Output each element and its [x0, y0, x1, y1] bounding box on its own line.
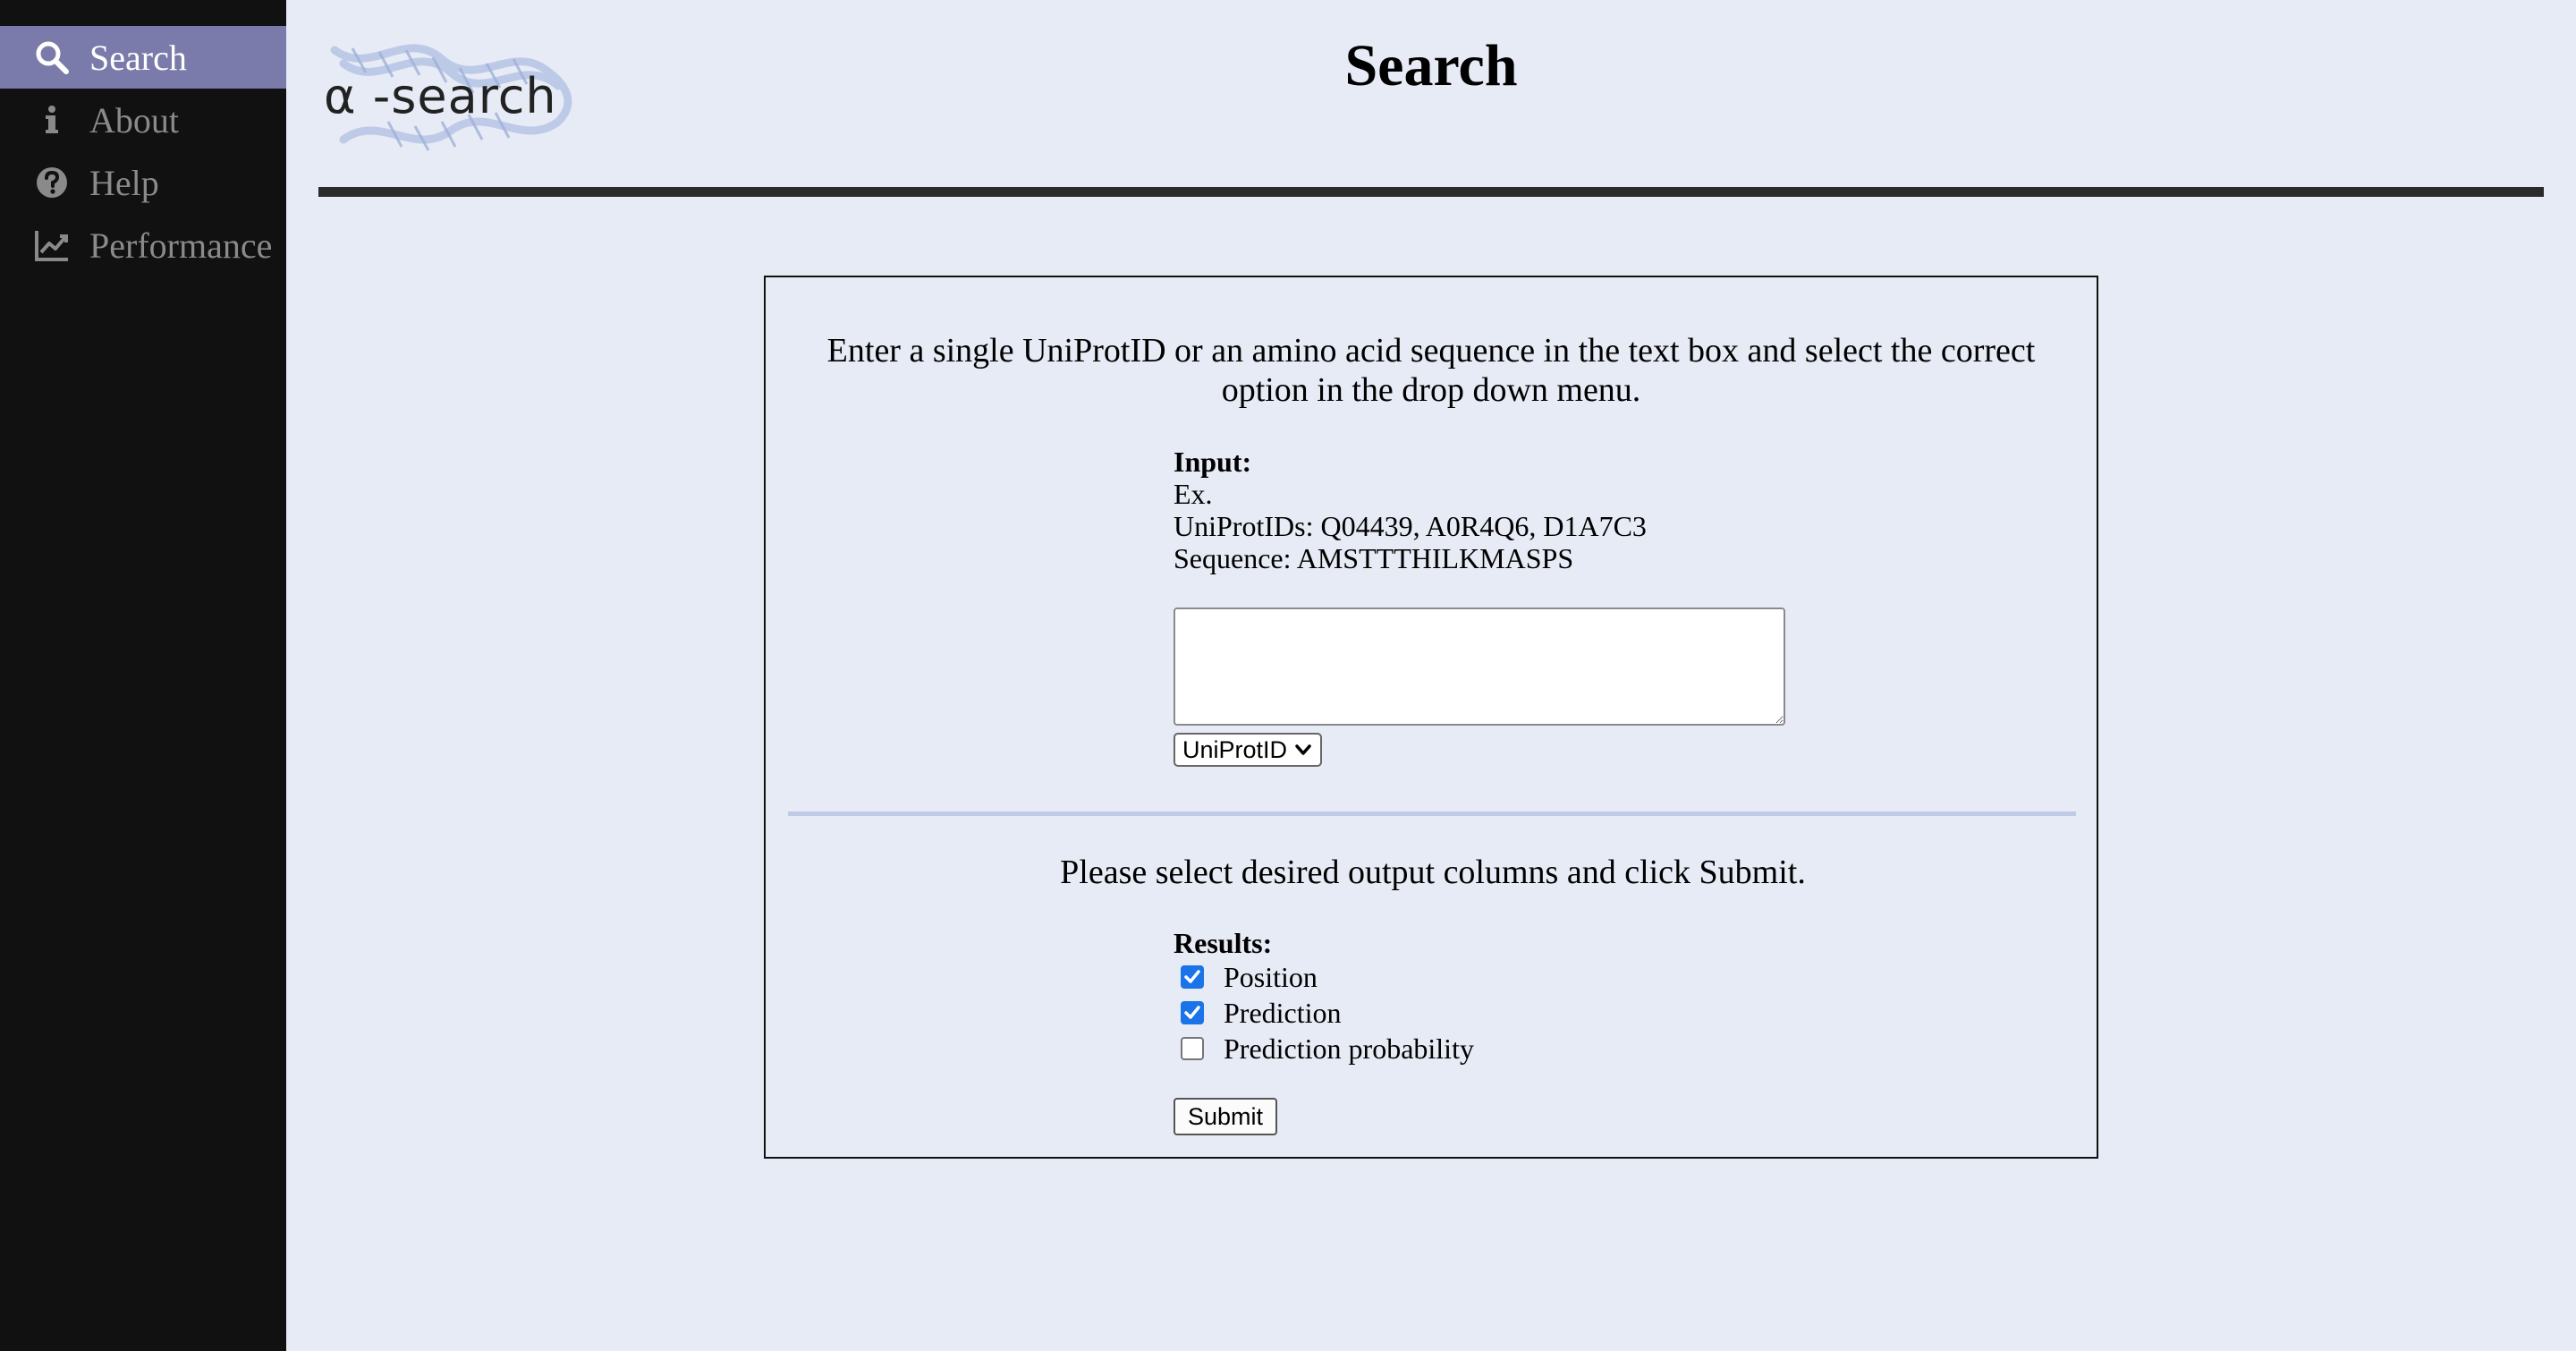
input-examples: Input: Ex. UniProtIDs: Q04439, A0R4Q6, D…: [1174, 446, 1647, 574]
sidebar-item-about[interactable]: About: [0, 89, 286, 151]
prediction-checkbox[interactable]: [1181, 1001, 1204, 1024]
prediction-probability-checkbox[interactable]: [1181, 1037, 1204, 1060]
results-heading: Results:: [1174, 927, 1273, 959]
example-uniprot-ids: UniProtIDs: Q04439, A0R4Q6, D1A7C3: [1174, 510, 1647, 542]
sidebar-item-label: About: [89, 99, 179, 140]
select-value: UniProtID: [1182, 735, 1288, 763]
checkbox-row-prediction: Prediction: [1174, 995, 1474, 1031]
input-type-select[interactable]: UniProtID: [1174, 733, 1322, 767]
title-divider: [318, 187, 2544, 197]
results-options: Results: Position Prediction Prediction …: [1174, 927, 1474, 1066]
checkmark-icon: [1184, 1006, 1200, 1019]
help-icon: [32, 163, 72, 202]
info-icon: [32, 100, 72, 140]
example-label: Ex.: [1174, 478, 1213, 510]
query-textarea[interactable]: [1174, 608, 1785, 726]
submit-button[interactable]: Submit: [1174, 1098, 1277, 1135]
sidebar-item-label: Search: [89, 37, 187, 78]
sidebar: Search About Help Performance: [0, 0, 286, 1351]
sidebar-item-performance[interactable]: Performance: [0, 214, 286, 276]
search-icon: [32, 38, 72, 77]
search-form: Enter a single UniProtID or an amino aci…: [764, 276, 2098, 1159]
checkbox-label: Position: [1224, 961, 1318, 993]
sidebar-item-label: Performance: [89, 225, 273, 266]
checkbox-row-position: Position: [1174, 959, 1474, 995]
page-title: Search: [1344, 33, 1518, 98]
checkbox-row-prediction-probability: Prediction probability: [1174, 1031, 1474, 1066]
input-heading: Input:: [1174, 446, 1252, 478]
form-instructions: Enter a single UniProtID or an amino aci…: [826, 332, 2036, 409]
chevron-down-icon: [1295, 744, 1311, 755]
example-sequence: Sequence: AMSTTTHILKMASPS: [1174, 542, 1574, 574]
checkmark-icon: [1184, 970, 1200, 983]
line-chart-icon: [32, 225, 72, 265]
checkbox-label: Prediction: [1224, 997, 1342, 1029]
sidebar-item-search[interactable]: Search: [0, 26, 286, 89]
section-divider: [788, 811, 2076, 816]
sidebar-item-label: Help: [89, 162, 159, 203]
position-checkbox[interactable]: [1181, 965, 1204, 989]
main-content: α -search Search Enter a single UniProtI…: [286, 0, 2576, 1351]
output-instructions: Please select desired output columns and…: [1060, 854, 1806, 891]
sidebar-item-help[interactable]: Help: [0, 151, 286, 214]
checkbox-label: Prediction probability: [1224, 1032, 1474, 1065]
